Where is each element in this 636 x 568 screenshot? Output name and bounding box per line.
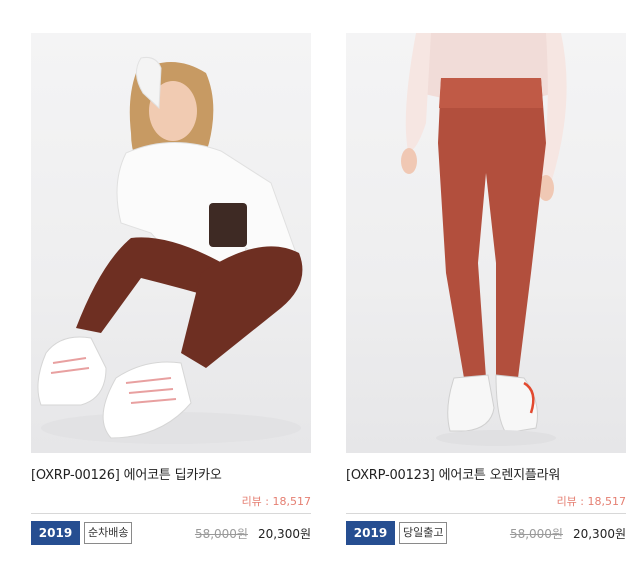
sale-price: 20,300원 (572, 526, 626, 541)
shipping-badge: 순차배송 (84, 522, 133, 544)
price-row: 2019 당일출고 58,000원 20,300원 (346, 521, 626, 545)
shipping-badge: 당일출고 (399, 522, 448, 544)
model-photo-illustration (37, 57, 303, 444)
product-image[interactable] (346, 33, 626, 453)
divider (31, 513, 311, 514)
year-badge: 2019 (31, 521, 80, 545)
price-row: 2019 순차배송 58,000원 20,300원 (31, 521, 311, 545)
leggings (438, 78, 546, 378)
original-price: 58,000원 (194, 526, 248, 541)
review-count: 리뷰 : 18,517 (556, 495, 626, 508)
product-card[interactable]: [OXRP-00123] 에어코튼 오렌지플라워 리뷰 : 18,517 201… (346, 33, 626, 545)
original-price: 58,000원 (509, 526, 563, 541)
product-image[interactable] (31, 33, 311, 453)
product-card[interactable]: [OXRP-00126] 에어코튼 딥카카오 리뷰 : 18,517 2019 … (31, 33, 311, 545)
product-title[interactable]: [OXRP-00123] 에어코튼 오렌지플라워 (346, 467, 626, 485)
model-photo-illustration (401, 33, 567, 446)
sale-price: 20,300원 (257, 526, 311, 541)
divider (346, 513, 626, 514)
product-title[interactable]: [OXRP-00126] 에어코튼 딥카카오 (31, 467, 311, 485)
review-count: 리뷰 : 18,517 (241, 495, 311, 508)
year-badge: 2019 (346, 521, 395, 545)
